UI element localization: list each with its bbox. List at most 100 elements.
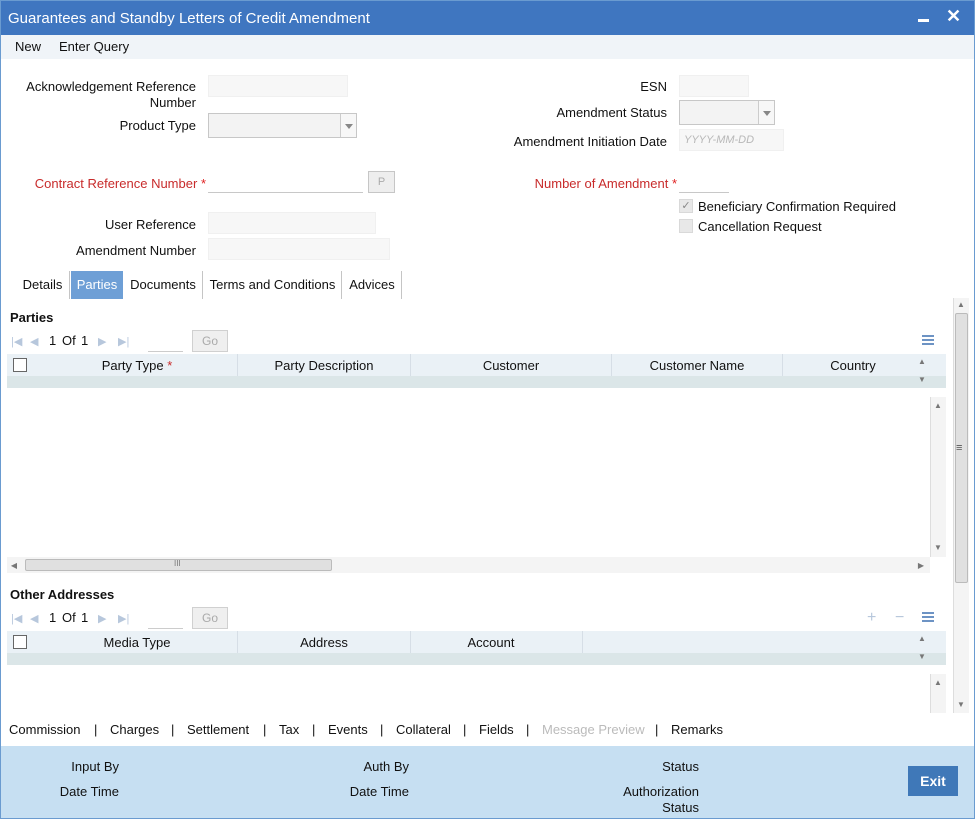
page-total: 1: [81, 610, 89, 625]
first-page-icon[interactable]: |◀: [11, 612, 22, 625]
input-by-label: Input By: [71, 759, 119, 774]
product-type-select[interactable]: [208, 113, 357, 138]
table-row[interactable]: [7, 653, 946, 665]
link-separator: |: [94, 722, 98, 737]
amendment-status-label: Amendment Status: [556, 105, 667, 120]
exit-button[interactable]: Exit: [908, 766, 958, 796]
col-address[interactable]: Address: [238, 635, 410, 650]
page-of: Of: [62, 610, 76, 625]
last-page-icon[interactable]: ▶|: [118, 335, 129, 348]
next-page-icon[interactable]: ▶: [98, 612, 106, 625]
scroll-up-icon[interactable]: ▲: [954, 300, 968, 309]
link-fields[interactable]: Fields: [479, 722, 514, 737]
select-all-checkbox[interactable]: [13, 358, 27, 372]
link-message-preview: Message Preview: [542, 722, 645, 737]
parties-horizontal-scrollbar[interactable]: ◀ III ▶: [7, 557, 930, 573]
link-tax[interactable]: Tax: [279, 722, 299, 737]
other-addresses-section-title: Other Addresses: [10, 587, 115, 602]
go-button[interactable]: Go: [192, 330, 228, 352]
scroll-down-icon[interactable]: ▼: [931, 543, 945, 552]
ack-ref-label: Acknowledgement Reference Number: [26, 79, 196, 110]
col-account[interactable]: Account: [411, 635, 571, 650]
beneficiary-confirmation-label: Beneficiary Confirmation Required: [698, 199, 896, 214]
scroll-left-icon[interactable]: ◀: [7, 561, 21, 570]
parties-section-title: Parties: [10, 310, 54, 325]
parties-vertical-scrollbar[interactable]: ▲ ▼: [930, 397, 946, 557]
page-total: 1: [81, 333, 89, 348]
link-separator: |: [463, 722, 467, 737]
header-scroll-down-icon[interactable]: ▼: [915, 375, 929, 384]
user-ref-field[interactable]: [208, 212, 376, 234]
minimize-icon[interactable]: [918, 19, 929, 22]
link-events[interactable]: Events: [328, 722, 368, 737]
col-customer-name[interactable]: Customer Name: [612, 358, 782, 373]
parties-pager: |◀ ◀ 1 Of 1 ▶ ▶| Go: [8, 330, 947, 352]
user-ref-label: User Reference: [104, 217, 196, 232]
esn-field[interactable]: [679, 75, 749, 97]
cancellation-request-checkbox[interactable]: [679, 219, 693, 233]
addresses-vertical-scrollbar[interactable]: ▲: [930, 674, 946, 713]
link-settlement[interactable]: Settlement: [187, 722, 249, 737]
link-separator: |: [655, 722, 659, 737]
ack-ref-field[interactable]: [208, 75, 348, 97]
prev-page-icon[interactable]: ◀: [30, 612, 38, 625]
link-commission[interactable]: Commission: [9, 722, 81, 737]
contract-ref-input[interactable]: [208, 171, 363, 193]
list-view-icon[interactable]: [922, 612, 934, 623]
link-separator: |: [312, 722, 316, 737]
main-vertical-scrollbar[interactable]: ▲ ▼: [953, 298, 969, 713]
col-customer[interactable]: Customer: [411, 358, 611, 373]
go-button[interactable]: Go: [192, 607, 228, 629]
page-number-input[interactable]: [148, 609, 183, 629]
tab-terms-and-conditions[interactable]: Terms and Conditions: [204, 271, 342, 299]
amendment-status-select[interactable]: [679, 100, 775, 125]
last-page-icon[interactable]: ▶|: [118, 612, 129, 625]
col-media-type[interactable]: Media Type: [37, 635, 237, 650]
header-scroll-up-icon[interactable]: ▲: [915, 357, 929, 366]
scroll-down-icon[interactable]: ▼: [954, 700, 968, 709]
contract-ref-lookup-button[interactable]: P: [368, 171, 395, 193]
cancellation-request-label: Cancellation Request: [698, 219, 822, 234]
amendment-number-field[interactable]: [208, 238, 390, 260]
col-party-description[interactable]: Party Description: [238, 358, 410, 373]
close-icon[interactable]: ✕: [946, 6, 961, 27]
header-scroll-down-icon[interactable]: ▼: [915, 652, 929, 661]
col-party-type[interactable]: Party Type *: [37, 358, 237, 373]
link-remarks[interactable]: Remarks: [671, 722, 723, 737]
table-row[interactable]: [7, 376, 946, 388]
tab-documents[interactable]: Documents: [124, 271, 203, 299]
parties-grid-header: Party Type * Party Description Customer …: [7, 354, 946, 376]
remove-row-icon[interactable]: −: [895, 609, 904, 627]
link-collateral[interactable]: Collateral: [396, 722, 451, 737]
menu-new[interactable]: New: [15, 39, 41, 54]
num-amendment-input[interactable]: [679, 171, 729, 193]
first-page-icon[interactable]: |◀: [11, 335, 22, 348]
tab-parties[interactable]: Parties: [71, 271, 123, 299]
page-number-input[interactable]: [148, 332, 183, 352]
menu-enter-query[interactable]: Enter Query: [59, 39, 129, 54]
tab-details[interactable]: Details: [16, 271, 70, 299]
add-row-icon[interactable]: +: [867, 609, 876, 627]
link-separator: |: [526, 722, 530, 737]
auth-by-label: Auth By: [363, 759, 409, 774]
chevron-down-icon: [340, 114, 356, 137]
link-charges[interactable]: Charges: [110, 722, 159, 737]
next-page-icon[interactable]: ▶: [98, 335, 106, 348]
auth-date-time-label: Date Time: [349, 784, 409, 799]
scroll-up-icon[interactable]: ▲: [931, 401, 945, 410]
link-separator: |: [263, 722, 267, 737]
sub-screen-links: Commission | Charges | Settlement | Tax …: [1, 713, 974, 746]
tab-advices[interactable]: Advices: [343, 271, 402, 299]
header-scroll-up-icon[interactable]: ▲: [915, 634, 929, 643]
beneficiary-confirmation-checkbox[interactable]: ✓: [679, 199, 693, 213]
list-view-icon[interactable]: [922, 335, 934, 346]
prev-page-icon[interactable]: ◀: [30, 335, 38, 348]
other-addresses-pager: |◀ ◀ 1 Of 1 ▶ ▶| Go: [8, 607, 947, 629]
scroll-up-icon[interactable]: ▲: [931, 678, 945, 687]
parties-hscroll-thumb[interactable]: III: [25, 559, 332, 571]
col-country[interactable]: Country: [783, 358, 923, 373]
title-bar: Guarantees and Standby Letters of Credit…: [1, 1, 974, 35]
select-all-checkbox[interactable]: [13, 635, 27, 649]
amendment-init-date-field[interactable]: YYYY-MM-DD: [679, 129, 784, 151]
scroll-right-icon[interactable]: ▶: [914, 561, 928, 570]
